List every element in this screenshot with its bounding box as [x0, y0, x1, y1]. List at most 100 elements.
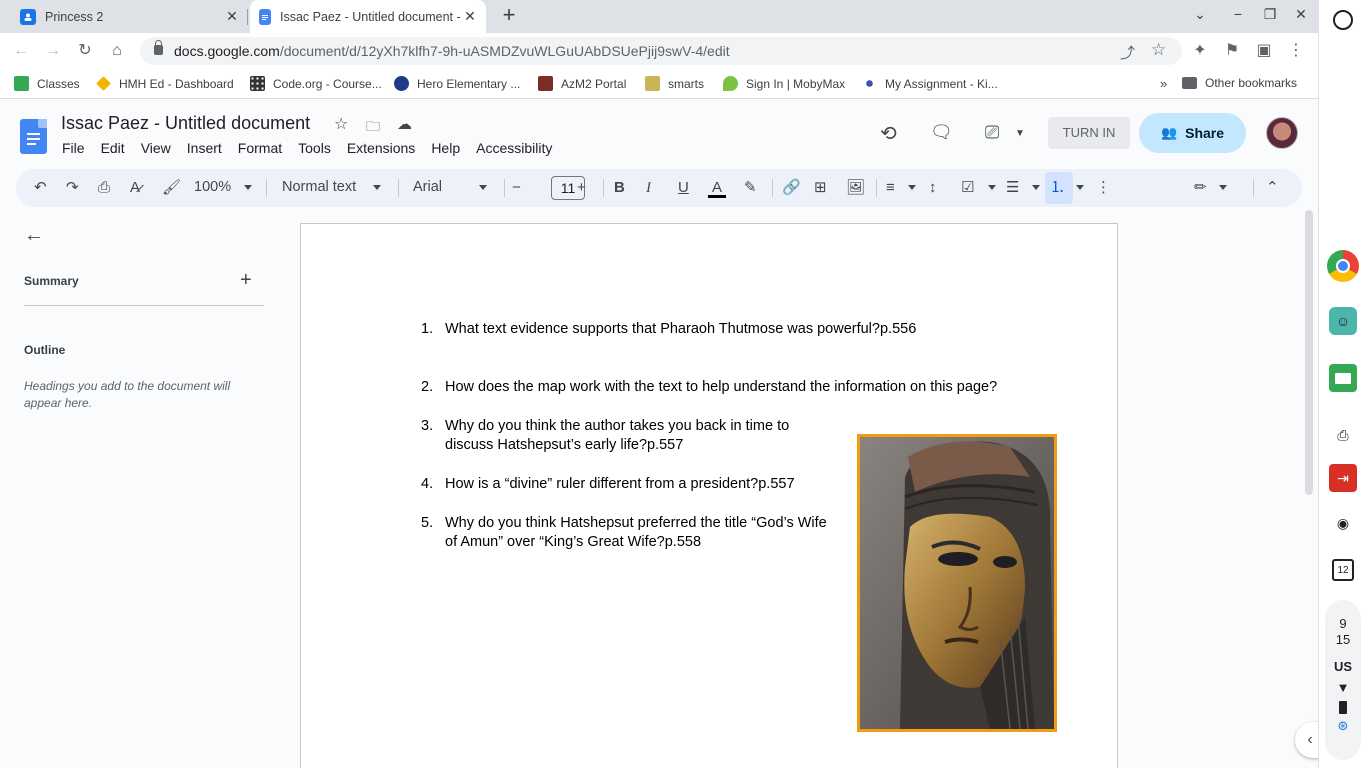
chrome-icon[interactable] [1327, 250, 1359, 282]
turn-in-button[interactable]: TURN IN [1048, 117, 1130, 149]
checklist-icon[interactable]: ☑ [961, 178, 974, 198]
align-icon[interactable]: ≡ [886, 178, 895, 198]
bookmark-other[interactable]: Other bookmarks [1182, 76, 1297, 90]
increase-font-icon[interactable]: + [577, 178, 586, 198]
accessibility-icon: ⊛ [1337, 718, 1349, 733]
spellcheck-icon[interactable]: A̷ [130, 178, 140, 198]
status-tray[interactable]: 9 15 US ▼ ⊛ [1325, 600, 1361, 760]
meet-dropdown-icon[interactable]: ▼ [1015, 128, 1025, 139]
back-icon[interactable]: ← [12, 42, 30, 60]
exit-app-icon[interactable]: ⇥ [1329, 464, 1357, 492]
editing-caret-icon [1219, 185, 1227, 190]
bookmark-hero-elementary[interactable]: Hero Elementary ... [394, 76, 520, 91]
add-summary-icon[interactable]: + [240, 269, 252, 292]
menu-tools[interactable]: Tools [298, 140, 331, 156]
reload-icon[interactable]: ↻ [76, 42, 94, 60]
bookmark-classes[interactable]: Classes [14, 76, 80, 91]
close-tab-icon[interactable]: ✕ [462, 8, 478, 24]
launcher-icon[interactable] [1333, 10, 1353, 30]
undo-icon[interactable]: ↶ [34, 178, 47, 198]
azm2-icon [538, 76, 553, 91]
side-panel-icon[interactable]: ▣ [1255, 42, 1273, 60]
tab-princess[interactable]: Princess 2 ✕ [0, 0, 248, 33]
share-button[interactable]: 👥 Share [1139, 113, 1246, 153]
paint-format-icon[interactable]: 🖌 [162, 178, 181, 198]
text-color-icon[interactable]: A [708, 178, 726, 198]
highlight-icon[interactable]: ✎ [744, 178, 757, 198]
mobymax-icon [723, 76, 738, 91]
bookmark-mobymax[interactable]: Sign In | MobyMax [723, 76, 845, 91]
share-page-icon[interactable]: ⤴ [1120, 42, 1135, 63]
forward-icon[interactable]: → [44, 42, 62, 60]
docs-logo-icon[interactable] [20, 119, 47, 154]
bold-icon[interactable]: B [614, 178, 625, 198]
bookmark-smarts[interactable]: smarts [645, 76, 704, 91]
vertical-scrollbar[interactable] [1305, 210, 1313, 495]
close-outline-icon[interactable]: ← [24, 224, 44, 247]
egyptian-mask-image[interactable] [857, 434, 1057, 732]
move-folder-icon[interactable]: 🗀 [366, 116, 380, 140]
menu-view[interactable]: View [141, 140, 171, 156]
chrome-menu-icon[interactable]: ⋮ [1287, 42, 1305, 60]
style-select[interactable]: Normal text [282, 179, 356, 195]
decrease-font-icon[interactable]: − [512, 178, 521, 198]
extension-pin-icon[interactable]: ⚑ [1223, 42, 1241, 60]
insert-image-icon[interactable]: 🖼 [846, 178, 865, 198]
numbered-list-icon[interactable]: ⒈ [1050, 178, 1065, 198]
menu-accessibility[interactable]: Accessibility [476, 140, 552, 156]
version-history-icon[interactable]: ⟲ [880, 121, 897, 146]
comments-icon[interactable]: 🗨 [930, 122, 953, 143]
menu-help[interactable]: Help [431, 140, 460, 156]
underline-icon[interactable]: U [678, 178, 689, 198]
bookmark-my-assignment[interactable]: My Assignment - Ki... [862, 76, 998, 91]
font-select[interactable]: Arial [413, 179, 442, 195]
zoom-select[interactable]: 100% [194, 179, 231, 195]
home-icon[interactable]: ⌂ [108, 42, 126, 60]
files-icon[interactable]: ⎙ [1329, 421, 1357, 449]
bookmark-codeorg[interactable]: Code.org - Course... [250, 76, 382, 91]
bullet-caret-icon [1032, 185, 1040, 190]
cloud-saved-icon[interactable]: ☁ [397, 115, 412, 133]
close-window-icon[interactable]: ✕ [1291, 6, 1311, 23]
new-tab-icon[interactable]: + [498, 4, 520, 27]
menu-file[interactable]: File [62, 140, 85, 156]
tab-search-icon[interactable]: ⌄ [1190, 6, 1210, 23]
menu-extensions[interactable]: Extensions [347, 140, 415, 156]
separator [1253, 179, 1254, 197]
tab-docs[interactable]: Issac Paez - Untitled document - ✕ [250, 0, 486, 33]
document-title[interactable]: Issac Paez - Untitled document [61, 113, 310, 134]
extensions-icon[interactable]: ✦ [1191, 42, 1209, 60]
avatar[interactable] [1266, 117, 1298, 149]
zoom-caret-icon [244, 185, 252, 190]
restore-icon[interactable]: ❐ [1260, 6, 1280, 23]
more-bookmarks-icon[interactable]: » [1160, 76, 1167, 91]
address-bar[interactable]: docs.google.com/document/d/12yXh7klfh7-9… [140, 37, 1182, 65]
audio-icon[interactable]: ◉ [1329, 509, 1357, 537]
app-icon[interactable]: ☺ [1329, 307, 1357, 335]
redo-icon[interactable]: ↷ [66, 178, 79, 198]
star-icon[interactable]: ☆ [334, 114, 348, 134]
close-tab-icon[interactable]: ✕ [224, 8, 240, 24]
document-page[interactable]: 1. What text evidence supports that Phar… [300, 223, 1118, 768]
add-comment-icon[interactable]: ⊞ [814, 178, 827, 198]
bulleted-list-icon[interactable]: ☰ [1006, 178, 1019, 198]
bookmark-star-icon[interactable]: ☆ [1151, 40, 1166, 60]
print-icon[interactable]: ⎙ [98, 178, 110, 198]
more-options-icon[interactable]: ⋮ [1096, 178, 1111, 198]
hide-menus-icon[interactable]: ⌃ [1266, 178, 1279, 198]
classroom-icon[interactable] [1329, 364, 1357, 392]
link-icon[interactable]: 🔗 [782, 178, 801, 198]
style-caret-icon [373, 185, 381, 190]
italic-icon[interactable]: I [646, 178, 651, 198]
calendar-icon[interactable]: 12 [1332, 559, 1354, 581]
editing-mode-icon[interactable]: ✏ [1194, 178, 1207, 198]
line-spacing-icon[interactable]: ↕ [929, 178, 937, 198]
minimize-icon[interactable]: − [1228, 6, 1248, 22]
bookmark-hmh[interactable]: HMH Ed - Dashboard [96, 76, 234, 91]
bookmark-azm2[interactable]: AzM2 Portal [538, 76, 626, 91]
menu-edit[interactable]: Edit [101, 140, 125, 156]
menu-insert[interactable]: Insert [187, 140, 222, 156]
meet-icon[interactable]: ⎚ [985, 122, 999, 143]
menu-format[interactable]: Format [238, 140, 282, 156]
tab-title: Princess 2 [45, 9, 104, 24]
